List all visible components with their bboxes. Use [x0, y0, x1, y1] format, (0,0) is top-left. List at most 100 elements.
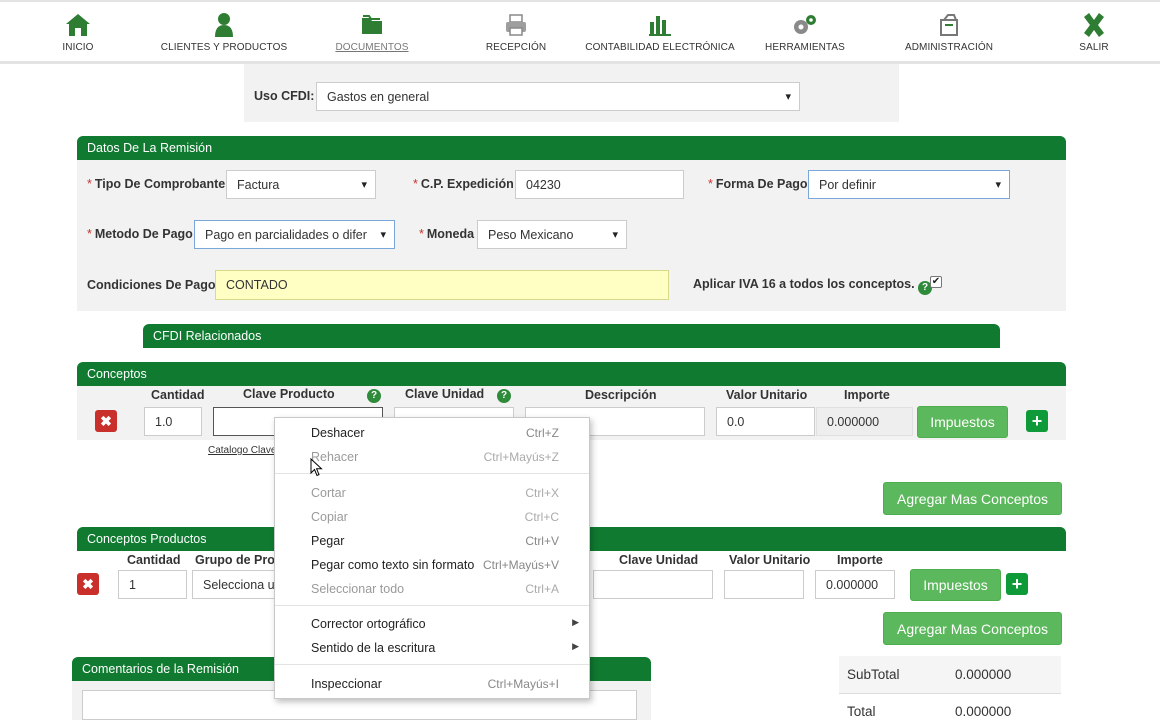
- moneda-label: * Moneda: [419, 227, 474, 241]
- input-value: 1.0: [155, 414, 173, 429]
- delete-icon: ✖: [82, 575, 94, 592]
- nav-label: CLIENTES Y PRODUCTOS: [160, 42, 288, 53]
- add-row-button[interactable]: +: [1026, 410, 1048, 432]
- condiciones-pago-input[interactable]: CONTADO: [215, 270, 669, 300]
- bar-chart-icon: [580, 12, 740, 38]
- forma-pago-select[interactable]: Por definir: [808, 170, 1010, 199]
- uso-cfdi-select[interactable]: Gastos en general: [316, 82, 800, 111]
- input-value: 0.0: [727, 414, 745, 429]
- help-icon[interactable]: ?: [497, 389, 511, 403]
- importe-field: 0.000000: [815, 570, 895, 599]
- cfdi-relacionados-header[interactable]: CFDI Relacionados: [143, 324, 1000, 348]
- importe-value: 0.000000: [826, 577, 879, 592]
- cp-expedicion-label: * C.P. Expedición: [413, 177, 514, 191]
- ctx-seleccionar-todo[interactable]: Seleccionar todo Ctrl+A: [275, 578, 589, 600]
- aplicar-iva-checkbox[interactable]: ✔: [930, 276, 942, 288]
- cantidad-input[interactable]: 1: [118, 570, 187, 599]
- subtotal-label: SubTotal: [847, 667, 900, 682]
- folder-icon: [292, 12, 452, 38]
- label-text: Forma De Pago: [715, 177, 808, 191]
- col-clave-producto: Clave Producto: [243, 387, 335, 401]
- nav-label: CONTABILIDAD ELECTRÓNICA: [585, 42, 735, 53]
- label-text: Tipo De Comprobante: [94, 177, 226, 191]
- agregar-conceptos-button[interactable]: Agregar Mas Conceptos: [883, 482, 1062, 515]
- input-value: CONTADO: [226, 278, 288, 292]
- menu-shortcut: Ctrl+Mayús+Z: [483, 450, 559, 464]
- delete-row-button[interactable]: ✖: [95, 410, 117, 432]
- nav-inicio[interactable]: INICIO: [0, 12, 158, 53]
- valor-unitario-input[interactable]: [724, 570, 804, 599]
- select-value: Peso Mexicano: [488, 227, 574, 242]
- ctx-pegar-sin-formato[interactable]: Pegar como texto sin formato Ctrl+Mayús+V: [275, 554, 589, 576]
- menu-shortcut: Ctrl+Z: [526, 426, 559, 440]
- label-text: Moneda: [426, 227, 475, 241]
- menu-shortcut: Ctrl+A: [525, 582, 559, 596]
- menu-label: Corrector ortográfico: [311, 617, 426, 631]
- menu-label: Copiar: [311, 510, 348, 524]
- user-icon: [144, 12, 304, 38]
- add-row-button[interactable]: +: [1006, 573, 1028, 595]
- impuestos-button[interactable]: Impuestos: [917, 406, 1008, 438]
- col-descripcion: Descripción: [585, 388, 657, 402]
- condiciones-pago-label: Condiciones De Pago: [87, 278, 216, 292]
- clave-unidad-input[interactable]: [593, 570, 713, 599]
- submenu-arrow-icon: ▶: [572, 617, 579, 627]
- nav-salir[interactable]: SALIR: [1014, 12, 1160, 53]
- tipo-comprobante-label: * Tipo De Comprobante: [87, 177, 225, 191]
- menu-label: Pegar como texto sin formato: [311, 558, 475, 572]
- importe-field: 0.000000: [816, 407, 913, 436]
- label-text: Aplicar IVA 16 a todos los conceptos.: [693, 277, 915, 291]
- catalogo-claves-link[interactable]: Catalogo Claves: [208, 445, 281, 456]
- ctx-copiar[interactable]: Copiar Ctrl+C: [275, 506, 589, 528]
- col-cantidad: Cantidad: [127, 553, 181, 567]
- total-label: Total: [847, 704, 876, 719]
- ctx-deshacer[interactable]: Deshacer Ctrl+Z: [275, 422, 589, 444]
- nav-label: SALIR: [1079, 42, 1109, 53]
- nav-documentos[interactable]: DOCUMENTOS: [292, 12, 452, 53]
- label-text: Metodo De Pago: [94, 227, 193, 241]
- nav-administracion[interactable]: ADMINISTRACIÓN: [869, 12, 1029, 53]
- col-clave-unidad: Clave Unidad: [619, 553, 699, 567]
- menu-shortcut: Ctrl+Mayús+I: [487, 677, 559, 691]
- nav-contabilidad[interactable]: CONTABILIDAD ELECTRÓNICA: [580, 12, 740, 53]
- moneda-select[interactable]: Peso Mexicano: [477, 220, 627, 249]
- conceptos-header: Conceptos: [77, 362, 1066, 386]
- menu-separator: [275, 664, 589, 665]
- label-text: C.P. Expedición: [420, 177, 514, 191]
- importe-value: 0.000000: [827, 414, 880, 429]
- menu-label: Sentido de la escritura: [311, 641, 436, 655]
- agregar-conceptos-productos-button[interactable]: Agregar Mas Conceptos: [883, 612, 1062, 645]
- aplicar-iva-label: Aplicar IVA 16 a todos los conceptos. ?: [693, 277, 933, 295]
- cp-expedicion-input[interactable]: 04230: [515, 170, 684, 199]
- ctx-pegar[interactable]: Pegar Ctrl+V: [275, 530, 589, 552]
- select-value: Pago en parcialidades o difer: [205, 227, 367, 242]
- valor-unitario-input[interactable]: 0.0: [716, 407, 815, 436]
- metodo-pago-select[interactable]: Pago en parcialidades o difer: [194, 220, 395, 249]
- impuestos-button[interactable]: Impuestos: [910, 569, 1001, 601]
- help-icon[interactable]: ?: [367, 389, 381, 403]
- grupo-producto-select[interactable]: Selecciona u: [192, 570, 282, 599]
- nav-herramientas[interactable]: HERRAMIENTAS: [725, 12, 885, 53]
- col-valor-unitario: Valor Unitario: [729, 553, 811, 567]
- col-cantidad: Cantidad: [151, 388, 205, 402]
- ctx-inspeccionar[interactable]: Inspeccionar Ctrl+Mayús+I: [275, 673, 589, 695]
- required-mark: *: [87, 227, 92, 241]
- subtotal-value: 0.000000: [955, 667, 1012, 682]
- delete-row-button[interactable]: ✖: [77, 573, 99, 595]
- ctx-cortar[interactable]: Cortar Ctrl+X: [275, 482, 589, 504]
- select-value: Por definir: [819, 177, 876, 192]
- uso-cfdi-value: Gastos en general: [327, 89, 430, 104]
- nav-recepcion[interactable]: RECEPCIÓN: [436, 12, 596, 53]
- nav-clientes-productos[interactable]: CLIENTES Y PRODUCTOS: [144, 12, 304, 53]
- ctx-corrector[interactable]: Corrector ortográfico ▶: [275, 613, 589, 635]
- nav-label: INICIO: [62, 42, 94, 53]
- ctx-sentido-escritura[interactable]: Sentido de la escritura ▶: [275, 637, 589, 659]
- input-value: 04230: [526, 177, 561, 192]
- cantidad-input[interactable]: 1.0: [144, 407, 202, 436]
- gears-icon: [725, 12, 885, 38]
- menu-label: Deshacer: [311, 426, 365, 440]
- tipo-comprobante-select[interactable]: Factura: [226, 170, 376, 199]
- box-icon: [869, 12, 1029, 38]
- nav-label: DOCUMENTOS: [335, 42, 409, 53]
- col-grupo-producto: Grupo de Pro: [195, 553, 275, 567]
